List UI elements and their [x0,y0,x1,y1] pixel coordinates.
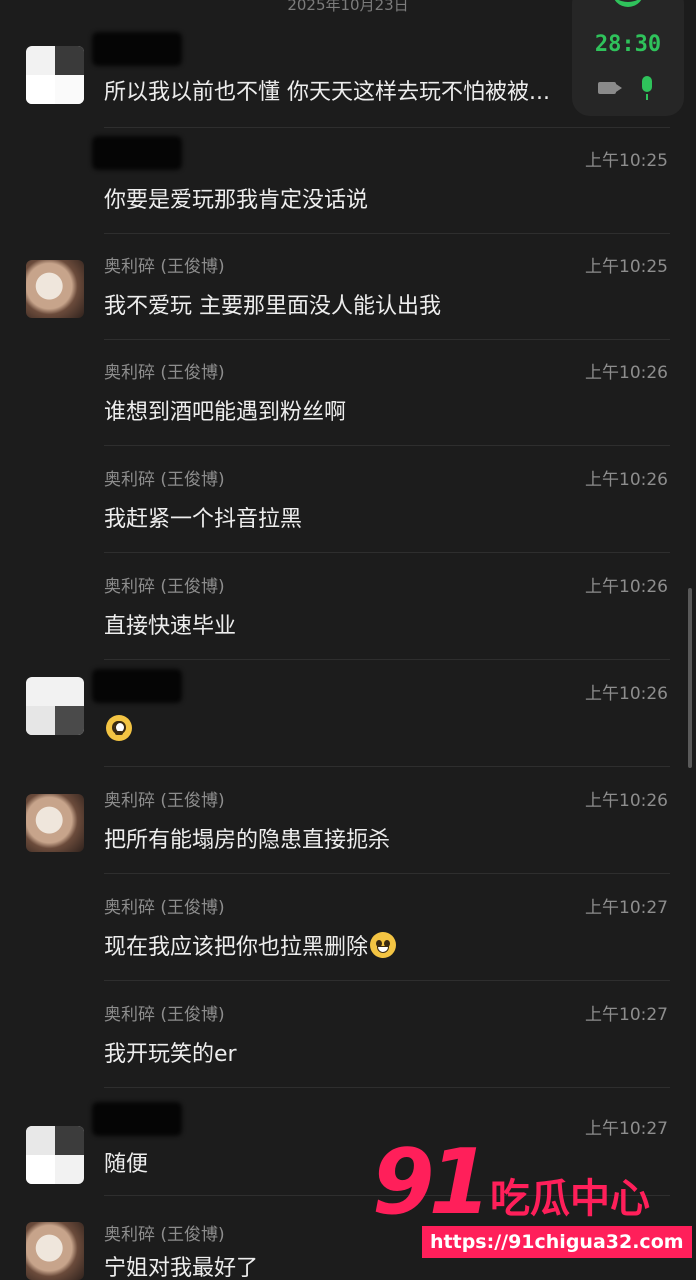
watermark-url: https://91chigua32.com [422,1226,692,1258]
avatar[interactable] [26,677,84,735]
avatar[interactable] [26,46,84,104]
message-time: 上午10:26 [585,470,668,490]
avatar[interactable] [26,260,84,318]
floating-call-window[interactable]: 28:30 [572,0,684,116]
avatar[interactable] [26,1222,84,1280]
message-time: 上午10:27 [585,1119,668,1139]
message-time: 上午10:26 [585,577,668,597]
sender-name: 奥利碎 (王俊博) [104,1225,225,1245]
chat-screen: 2025年10月23日 所以我以前也不懂 你天天这样去玩不怕被被... 上午10… [0,0,696,1280]
message-text: 随便 [104,1152,149,1177]
message-row[interactable]: 奥利碎 (王俊博) 上午10:26 我赶紧一个抖音拉黑 [0,447,696,553]
divider [104,873,670,874]
divider [104,445,670,446]
message-text [104,715,132,743]
video-camera-icon[interactable] [598,82,622,94]
sender-name: 奥利碎 (王俊博) [104,257,225,277]
watermark-number: 91 [372,1130,491,1235]
message-row[interactable]: 奥利碎 (王俊博) 上午10:27 现在我应该把你也拉黑删除 [0,875,696,981]
message-text: 我开玩笑的er [104,1042,237,1067]
message-text-content: 现在我应该把你也拉黑删除 [104,935,369,960]
message-row[interactable]: 上午10:26 [0,661,696,767]
message-text: 现在我应该把你也拉黑删除 [104,929,397,961]
watermark-name: 吃瓜中心 [490,1176,650,1222]
divider [104,552,670,553]
divider [104,980,670,981]
message-text: 直接快速毕业 [104,614,237,639]
redacted-sender [92,32,182,66]
sender-name: 奥利碎 (王俊博) [104,898,225,918]
sender-name: 奥利碎 (王俊博) [104,1005,225,1025]
sender-name: 奥利碎 (王俊博) [104,577,225,597]
message-text: 宁姐对我最好了 [104,1256,259,1280]
grimacing-face-emoji-icon [370,932,397,958]
message-time: 上午10:25 [585,257,668,277]
message-time: 上午10:26 [585,791,668,811]
worried-face-emoji-icon [106,715,132,741]
divider [104,766,670,767]
sender-name: 奥利碎 (王俊博) [104,470,225,490]
message-text: 谁想到酒吧能遇到粉丝啊 [104,400,347,425]
divider [104,1087,670,1088]
message-row[interactable]: 奥利碎 (王俊博) 上午10:26 直接快速毕业 [0,554,696,660]
message-text: 我不爱玩 主要那里面没人能认出我 [104,294,441,319]
redacted-sender [92,136,182,170]
redacted-sender [92,669,182,703]
phone-icon [612,0,644,7]
message-row[interactable]: 奥利碎 (王俊博) 上午10:27 我开玩笑的er [0,982,696,1088]
message-time: 上午10:27 [585,898,668,918]
message-row[interactable]: 奥利碎 (王俊博) 上午10:25 我不爱玩 主要那里面没人能认出我 [0,234,696,340]
message-row[interactable]: 奥利碎 (王俊博) 上午10:26 把所有能塌房的隐患直接扼杀 [0,768,696,874]
sender-name: 奥利碎 (王俊博) [104,363,225,383]
message-row[interactable]: 奥利碎 (王俊博) 上午10:26 谁想到酒吧能遇到粉丝啊 [0,340,696,446]
message-time: 上午10:25 [585,151,668,171]
watermark: 91 吃瓜中心 https://91chigua32.com [372,1130,692,1278]
message-text: 我赶紧一个抖音拉黑 [104,507,303,532]
message-time: 上午10:26 [585,684,668,704]
redacted-sender [92,1102,182,1136]
microphone-icon[interactable] [642,76,652,100]
message-row[interactable]: 上午10:25 你要是爱玩那我肯定没话说 [0,128,696,234]
divider [104,659,670,660]
message-time: 上午10:27 [585,1005,668,1025]
avatar[interactable] [26,794,84,852]
call-timer: 28:30 [594,32,662,57]
avatar[interactable] [26,1126,84,1184]
message-text: 所以我以前也不懂 你天天这样去玩不怕被被... [104,80,550,105]
sender-name: 奥利碎 (王俊博) [104,791,225,811]
message-text: 你要是爱玩那我肯定没话说 [104,188,369,213]
message-text: 把所有能塌房的隐患直接扼杀 [104,828,391,853]
message-time: 上午10:26 [585,363,668,383]
scrollbar[interactable] [688,588,692,768]
